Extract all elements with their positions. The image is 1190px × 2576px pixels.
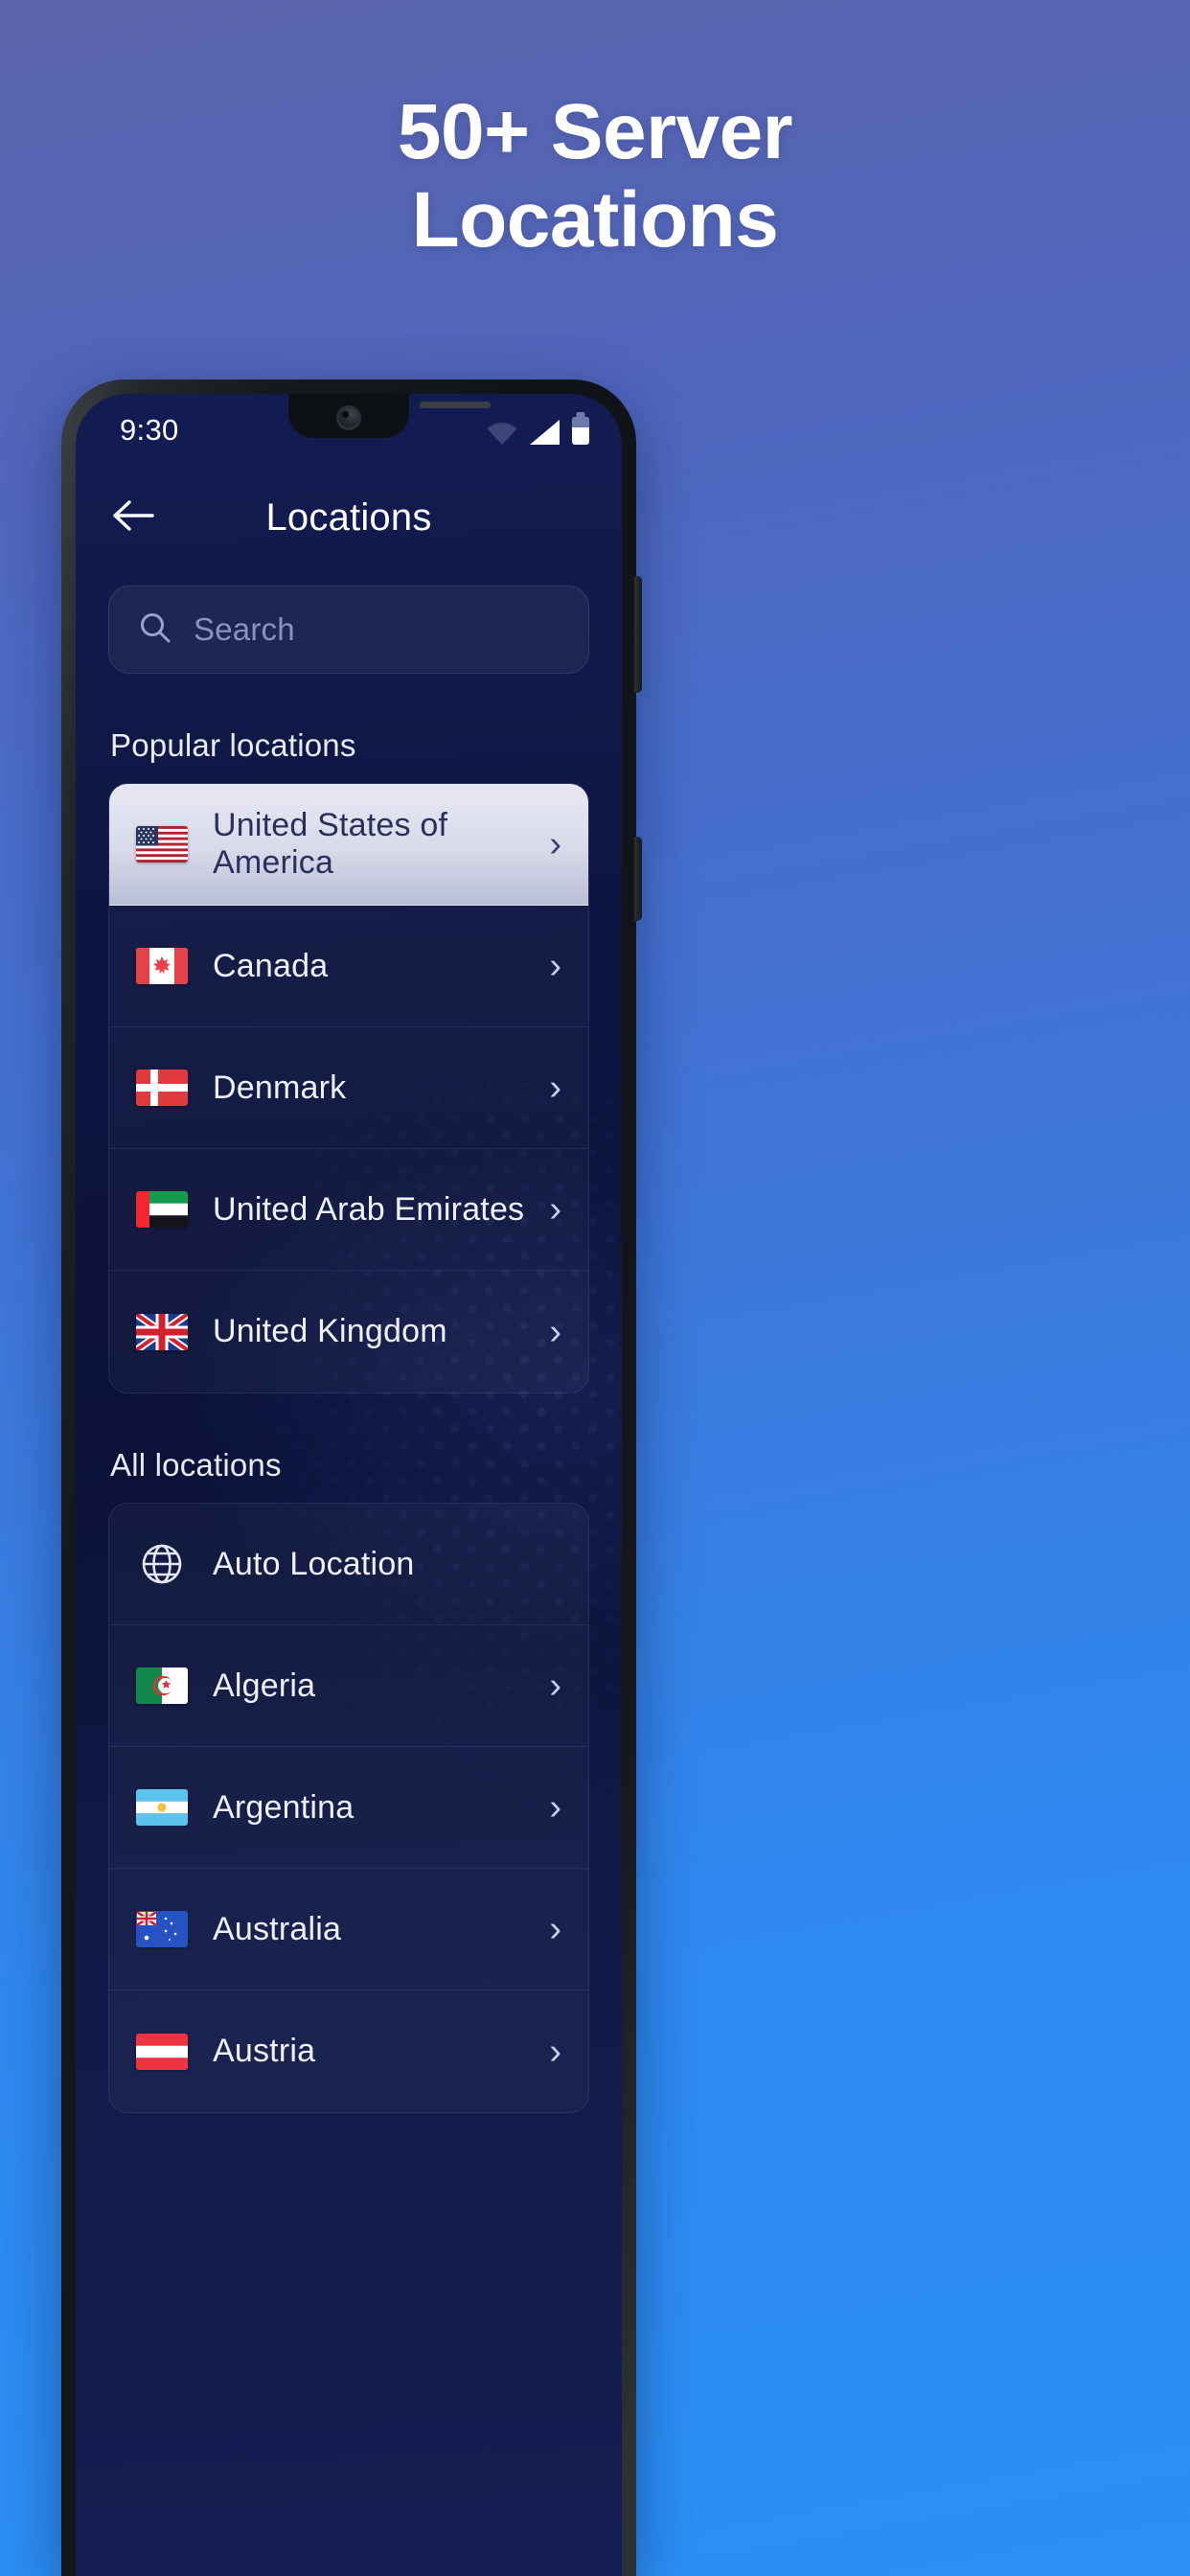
status-time: 9:30 <box>120 413 179 447</box>
list-item[interactable]: Algeria › <box>109 1625 588 1747</box>
chevron-right-icon: › <box>549 1787 561 1828</box>
list-item-label: Canada <box>213 947 329 984</box>
front-camera-icon <box>336 405 361 430</box>
list-item[interactable]: Argentina › <box>109 1747 588 1869</box>
flag-gb-icon <box>136 1313 188 1350</box>
list-item-label: Auto Location <box>213 1545 415 1582</box>
list-item[interactable]: Canada › <box>109 906 588 1027</box>
earpiece-speaker <box>420 402 491 408</box>
flag-ca-icon <box>136 948 188 984</box>
flag-dk-icon <box>136 1070 188 1106</box>
wifi-icon <box>487 422 517 445</box>
search-placeholder: Search <box>194 611 295 647</box>
list-item-label: United Kingdom <box>213 1313 447 1349</box>
flag-at-icon <box>136 2033 188 2070</box>
back-button[interactable] <box>108 492 160 543</box>
cellular-signal-icon <box>530 419 560 445</box>
search-input[interactable]: Search <box>108 586 589 674</box>
volume-button[interactable] <box>634 837 642 921</box>
app-screen: 9:30 Locations Search Popular locations … <box>76 394 622 2576</box>
flag-ae-icon <box>136 1191 188 1228</box>
list-item[interactable]: United Kingdom › <box>109 1271 588 1392</box>
list-item-label: Austria <box>213 2033 316 2069</box>
phone-mockup: 9:30 Locations Search Popular locations … <box>61 380 642 2576</box>
globe-icon <box>136 1538 188 1590</box>
chevron-right-icon: › <box>549 2031 561 2072</box>
list-item-label: Australia <box>213 1910 342 1947</box>
list-item-label: United Arab Emirates <box>213 1190 525 1228</box>
flag-ar-icon <box>136 1789 188 1826</box>
list-item[interactable]: Australia › <box>109 1869 588 1990</box>
chevron-right-icon: › <box>549 1189 561 1230</box>
section-title-popular: Popular locations <box>110 727 356 763</box>
list-item[interactable]: United Arab Emirates › <box>109 1149 588 1271</box>
chevron-right-icon: › <box>549 1909 561 1949</box>
status-icons <box>487 416 589 445</box>
search-icon <box>138 610 172 650</box>
search-section: Search <box>76 568 622 674</box>
app-bar: Locations <box>76 467 622 568</box>
headline-line-1: 50+ Server <box>397 88 793 175</box>
list-item-label: Argentina <box>213 1788 355 1826</box>
locations-content[interactable]: Popular locations United States of Ameri… <box>76 674 622 2576</box>
popular-locations-card: United States of America › Canada › Denm… <box>108 783 589 1393</box>
chevron-right-icon: › <box>549 1068 561 1108</box>
all-locations-card: Auto Location Algeria › Argentina › Aust… <box>108 1503 589 2113</box>
chevron-right-icon: › <box>549 824 561 864</box>
battery-icon <box>572 416 589 445</box>
flag-au-icon <box>136 1911 188 1947</box>
phone-screen-bezel: 9:30 Locations Search Popular locations … <box>76 394 622 2576</box>
list-item[interactable]: United States of America › <box>109 784 588 906</box>
notch <box>288 394 409 438</box>
headline-line-2: Locations <box>411 175 779 264</box>
list-item-label: Algeria <box>213 1667 316 1704</box>
list-item-label: United States of America <box>213 807 448 881</box>
chevron-right-icon: › <box>549 946 561 986</box>
list-item-label: Denmark <box>213 1069 347 1106</box>
chevron-right-icon: › <box>549 1311 561 1352</box>
promo-headline: 50+ Server Locations <box>0 88 1190 264</box>
section-title-all: All locations <box>110 1447 282 1483</box>
list-item[interactable]: Denmark › <box>109 1027 588 1149</box>
list-item[interactable]: Austria › <box>109 1990 588 2112</box>
flag-us-icon <box>136 826 188 862</box>
list-item[interactable]: Auto Location <box>109 1504 588 1625</box>
flag-dz-icon <box>136 1668 188 1704</box>
arrow-left-icon <box>113 499 155 537</box>
power-button[interactable] <box>634 576 642 693</box>
chevron-right-icon: › <box>549 1666 561 1706</box>
